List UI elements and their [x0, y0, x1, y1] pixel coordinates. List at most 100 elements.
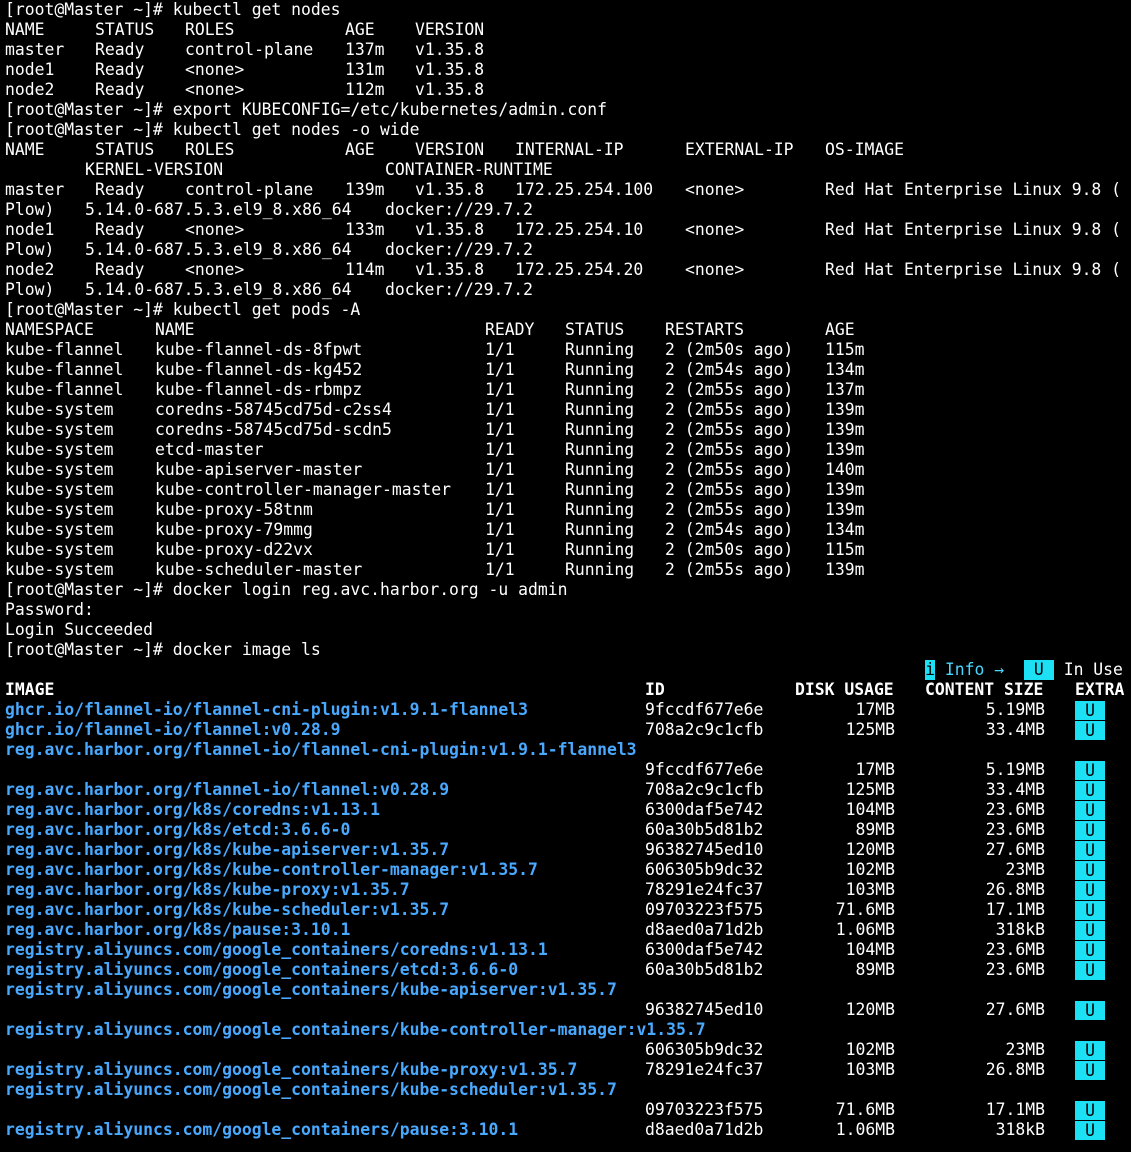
table-cell: Running	[565, 360, 635, 379]
table-header-wrapped: KERNEL-VERSION CONTAINER-RUNTIME	[5, 160, 1131, 180]
table-cell: 172.25.254.10	[515, 220, 644, 239]
table-cell: 115m	[825, 340, 865, 359]
in-use-badge: U	[1075, 861, 1105, 880]
table-row: kube-system kube-controller-manager-maste…	[5, 480, 1131, 500]
disk-usage: 1.06MB	[835, 920, 895, 939]
table-cell: node2	[5, 260, 55, 279]
image-name: registry.aliyuncs.com/google_containers/…	[5, 1080, 617, 1099]
command-text: [root@Master ~]# kubectl get nodes	[5, 0, 341, 19]
table-cell: 172.25.254.20	[515, 260, 644, 279]
disk-usage: 102MB	[845, 860, 895, 879]
table-cell: 139m	[825, 400, 865, 419]
table-cell: Running	[565, 500, 635, 519]
table-cell: Running	[565, 440, 635, 459]
in-use-badge: U	[1023, 660, 1054, 680]
content-size: 5.19MB	[985, 760, 1045, 779]
command-text: [root@Master ~]# kubectl get pods -A	[5, 300, 361, 319]
table-cell: <none>	[185, 260, 245, 279]
in-use-badge: U	[1075, 901, 1105, 920]
table-cell: 1/1	[485, 380, 515, 399]
table-cell: kube-flannel-ds-rbmpz	[155, 380, 363, 399]
prompt-line: [root@Master ~]# export KUBECONFIG=/etc/…	[5, 100, 1131, 120]
table-cell: 2 (2m54s ago)	[665, 520, 794, 539]
table-row: reg.avc.harbor.org/k8s/kube-scheduler:v1…	[5, 900, 1131, 920]
table-cell: <none>	[685, 220, 745, 239]
table-cell: Ready	[95, 260, 145, 279]
table-cell: 2 (2m55s ago)	[665, 480, 794, 499]
table-cell: kube-flannel-ds-8fpwt	[155, 340, 363, 359]
disk-usage: 120MB	[845, 840, 895, 859]
table-cell: <none>	[685, 260, 745, 279]
table-cell: 112m	[345, 80, 385, 99]
table-cell: 139m	[345, 180, 385, 199]
image-name: registry.aliyuncs.com/google_containers/…	[5, 1060, 578, 1079]
table-row: reg.avc.harbor.org/k8s/etcd:3.6.6-0 60a30…	[5, 820, 1131, 840]
column-header: CONTAINER-RUNTIME	[385, 160, 553, 179]
column-header: AGE	[345, 140, 375, 159]
column-header: KERNEL-VERSION	[85, 160, 224, 179]
table-cell: 2 (2m55s ago)	[665, 380, 794, 399]
content-size: 17.1MB	[985, 1100, 1045, 1119]
table-header: NAME STATUS ROLES AGE VERSION	[5, 20, 1131, 40]
table-header: IMAGE ID DISK USAGE CONTENT SIZE EXTRA	[5, 680, 1131, 700]
image-name: reg.avc.harbor.org/k8s/coredns:v1.13.1	[5, 800, 380, 819]
table-cell: etcd-master	[155, 440, 264, 459]
content-size: 5.19MB	[985, 700, 1045, 719]
table-cell: kube-system	[5, 520, 114, 539]
table-row: reg.avc.harbor.org/k8s/pause:3.10.1 d8aed…	[5, 920, 1131, 940]
table-cell: 5.14.0-687.5.3.el9_8.x86_64	[85, 200, 352, 219]
legend: i Info → U In Use	[925, 660, 1123, 680]
in-use-badge: U	[1075, 1061, 1105, 1080]
table-cell: 1/1	[485, 500, 515, 519]
disk-usage: 104MB	[845, 800, 895, 819]
in-use-badge: U	[1075, 781, 1105, 800]
login-result-text: Login Succeeded	[5, 620, 154, 639]
table-row: kube-system kube-proxy-d22vx 1/1 Running 2 (…	[5, 540, 1131, 560]
in-use-badge: U	[1075, 921, 1105, 940]
table-row: registry.aliyuncs.com/google_containers/…	[5, 980, 1131, 1000]
table-row: node1 Ready <none> 133m v1.35.8 172.25.254.10…	[5, 220, 1131, 240]
content-size: 17.1MB	[985, 900, 1045, 919]
table-cell: 139m	[825, 420, 865, 439]
in-use-label: In Use	[1053, 660, 1123, 679]
table-cell: kube-system	[5, 560, 114, 579]
disk-usage: 89MB	[855, 820, 895, 839]
table-cell: Red Hat Enterprise Linux 9.8 (	[825, 260, 1122, 279]
table-row: reg.avc.harbor.org/k8s/kube-apiserver:v1…	[5, 840, 1131, 860]
content-size: 318kB	[995, 1120, 1045, 1139]
table-cell: 1/1	[485, 340, 515, 359]
image-id: 9fccdf677e6e	[645, 700, 764, 719]
content-size: 27.6MB	[985, 840, 1045, 859]
content-size: 33.4MB	[985, 780, 1045, 799]
disk-usage: 1.06MB	[835, 1120, 895, 1139]
table-cell: 1/1	[485, 480, 515, 499]
in-use-badge: U	[1075, 761, 1105, 780]
table-cell: 5.14.0-687.5.3.el9_8.x86_64	[85, 280, 352, 299]
content-size: 33.4MB	[985, 720, 1045, 739]
in-use-badge: U	[1075, 821, 1105, 840]
in-use-badge: U	[1075, 1001, 1105, 1020]
column-header: INTERNAL-IP	[515, 140, 624, 159]
table-cell: node1	[5, 60, 55, 79]
column-header: VERSION	[415, 20, 485, 39]
table-cell: 134m	[825, 360, 865, 379]
table-row: node2 Ready <none> 114m v1.35.8 172.25.254.20…	[5, 260, 1131, 280]
image-name: reg.avc.harbor.org/flannel-io/flannel:v0…	[5, 780, 450, 799]
table-row-wrapped: 606305b9dc32 102MB 23MB U	[5, 1040, 1131, 1060]
image-id: 96382745ed10	[645, 1000, 764, 1019]
image-id: 78291e24fc37	[645, 880, 764, 899]
table-row: kube-flannel kube-flannel-ds-rbmpz 1/1 Runn…	[5, 380, 1131, 400]
column-header: ROLES	[185, 20, 235, 39]
table-cell: docker://29.7.2	[385, 200, 534, 219]
table-cell: 2 (2m55s ago)	[665, 460, 794, 479]
table-cell: kube-proxy-79mmg	[155, 520, 313, 539]
image-id: 78291e24fc37	[645, 1060, 764, 1079]
column-header: IMAGE	[5, 680, 55, 699]
table-cell: Running	[565, 420, 635, 439]
disk-usage: 103MB	[845, 1060, 895, 1079]
table-cell: 1/1	[485, 460, 515, 479]
in-use-badge: U	[1075, 1041, 1105, 1060]
table-cell: kube-proxy-d22vx	[155, 540, 313, 559]
terminal-window[interactable]: [root@Master ~]# kubectl get nodes NAME ST…	[5, 0, 1131, 1152]
table-cell: 1/1	[485, 520, 515, 539]
